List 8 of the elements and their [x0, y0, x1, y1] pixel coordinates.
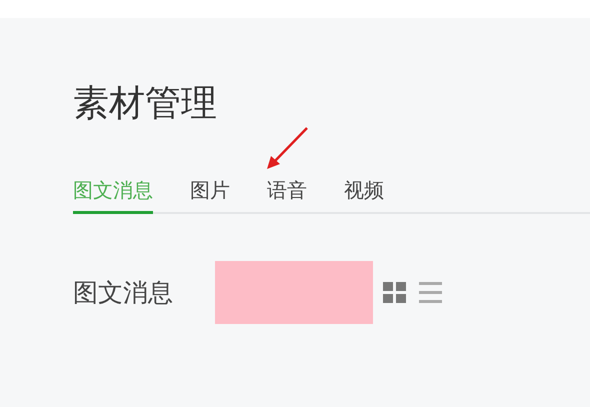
grid-view-icon[interactable]: [383, 282, 406, 303]
annotation-arrow: [264, 126, 310, 172]
tab[interactable]: 图片: [190, 168, 230, 214]
page-title: 素材管理: [73, 82, 218, 126]
tab[interactable]: 视频: [344, 168, 384, 214]
list-view-icon[interactable]: [419, 282, 442, 303]
section-heading: 图文消息: [73, 276, 174, 309]
tab[interactable]: 语音: [267, 168, 307, 214]
